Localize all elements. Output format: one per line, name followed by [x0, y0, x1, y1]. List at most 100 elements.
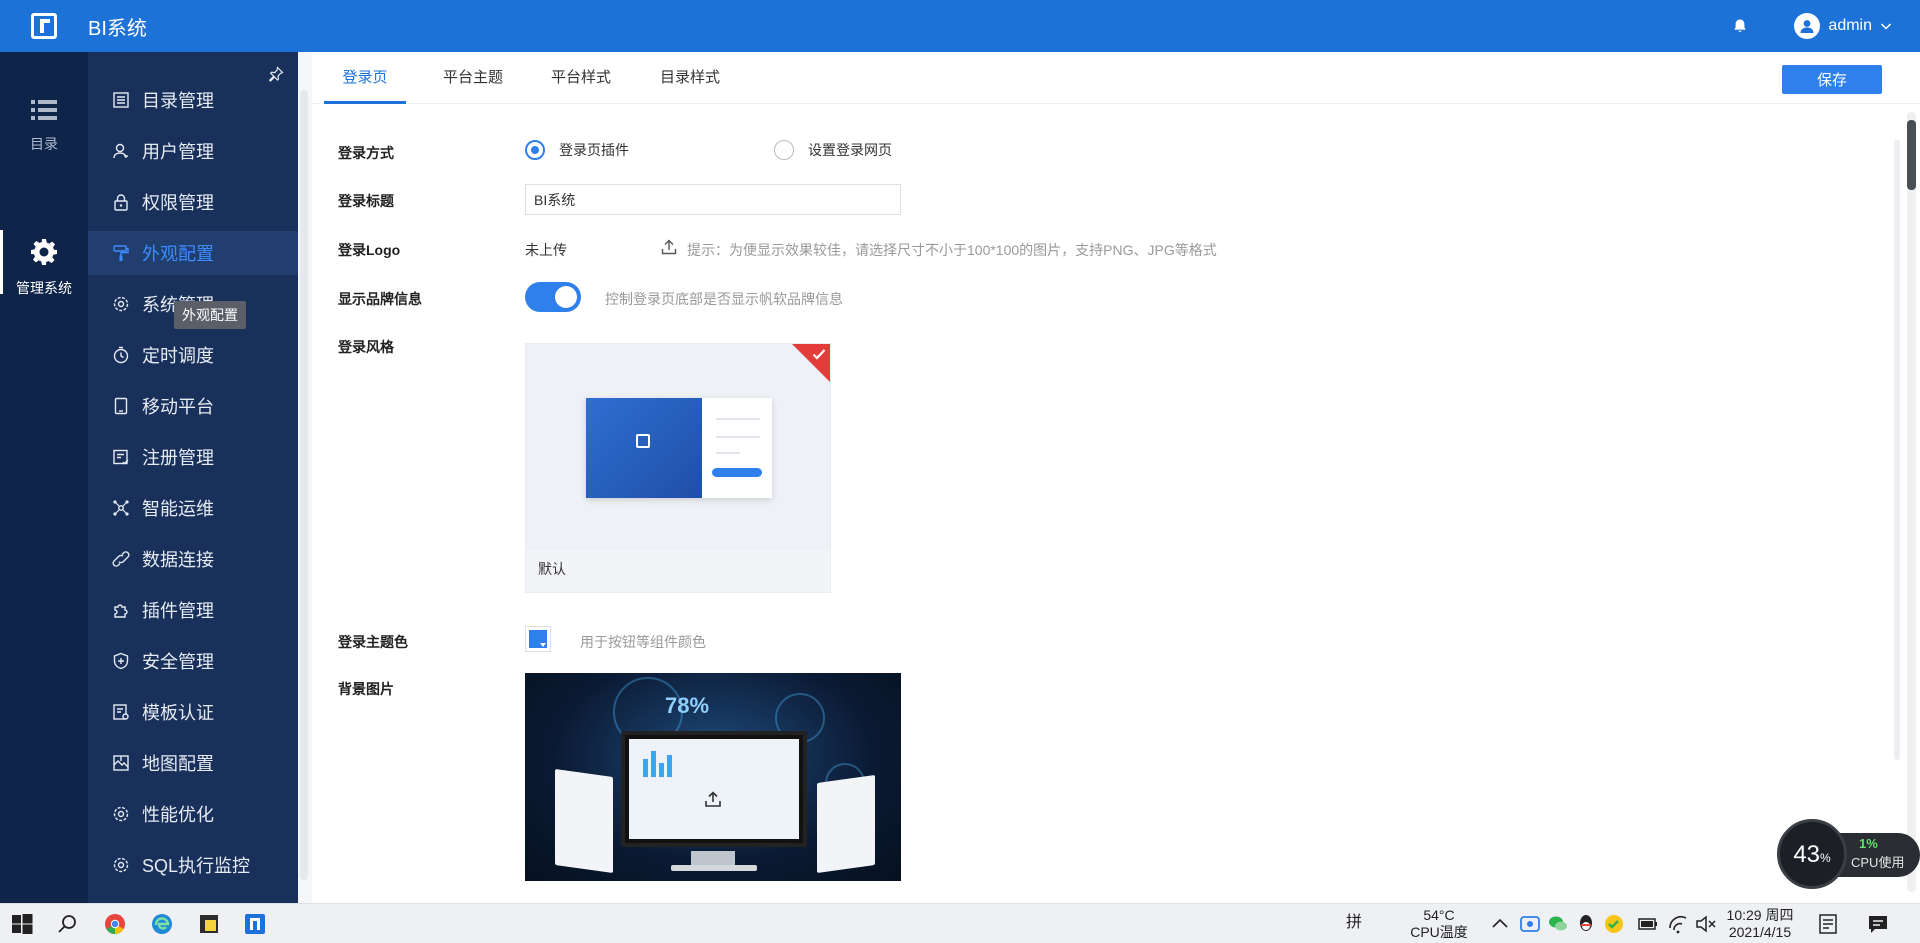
- app-logo[interactable]: [0, 0, 88, 52]
- login-style-card[interactable]: 默认: [525, 343, 831, 593]
- top-header: BI系统 admin: [0, 0, 1920, 52]
- decor-bar: [659, 763, 664, 777]
- menu-item-label: 性能优化: [142, 805, 214, 825]
- wifi-icon[interactable]: [1666, 912, 1690, 936]
- menu-item-schedule[interactable]: 定时调度: [88, 333, 298, 377]
- qq-icon[interactable]: [1574, 912, 1598, 936]
- clock-time: 10:29 周四: [1726, 907, 1794, 923]
- clock[interactable]: 10:29 周四 2021/4/15: [1722, 907, 1798, 941]
- tray-app-icon[interactable]: [1518, 912, 1542, 936]
- rail-item-catalog[interactable]: 目录: [0, 98, 88, 154]
- sticky-notes-icon[interactable]: [197, 912, 221, 936]
- tab-platform-theme[interactable]: 平台主题: [432, 52, 514, 104]
- template-icon: [113, 704, 129, 720]
- ime-indicator[interactable]: 拼: [1346, 914, 1362, 931]
- window-scroll-thumb[interactable]: [1907, 120, 1916, 190]
- user-name[interactable]: admin: [1828, 17, 1872, 35]
- radio-login-webpage[interactable]: 设置登录网页: [774, 140, 892, 160]
- save-button[interactable]: 保存: [1782, 65, 1882, 94]
- radio-label: 设置登录网页: [808, 142, 892, 158]
- windows-start-icon[interactable]: [10, 912, 34, 936]
- upload-icon[interactable]: [660, 238, 678, 256]
- theme-color-picker[interactable]: [525, 626, 551, 652]
- preview-line: [716, 418, 760, 420]
- tab-login-page[interactable]: 登录页: [324, 52, 406, 104]
- bell-icon[interactable]: [1732, 18, 1748, 34]
- security-tray-icon[interactable]: [1602, 912, 1626, 936]
- gear-icon: [113, 857, 129, 873]
- window-scroll-track[interactable]: [1907, 112, 1916, 892]
- decor-bar: [651, 751, 656, 777]
- rail-item-admin[interactable]: 管理系统: [0, 230, 88, 298]
- search-icon[interactable]: [56, 912, 80, 936]
- theme-color-hint: 用于按钮等组件颜色: [580, 634, 706, 650]
- cpu-widget[interactable]: 1% CPU使用 43%: [1777, 819, 1920, 889]
- style-preview-thumbnail: [586, 398, 772, 498]
- cpu-temp-tray[interactable]: 54°C CPU温度: [1404, 907, 1474, 941]
- menu-item-label: 模板认证: [142, 703, 214, 723]
- taskbar: 拼 54°C CPU温度 10:29 周四 2021/4/15: [0, 903, 1920, 943]
- shield-icon: [113, 652, 129, 670]
- radio-dot: [525, 140, 545, 160]
- menu-item-security[interactable]: 安全管理: [88, 639, 298, 683]
- menu-item-permissions[interactable]: 权限管理: [88, 180, 298, 224]
- menu-item-sql-monitor[interactable]: SQL执行监控: [88, 843, 298, 887]
- app-title: BI系统: [88, 17, 147, 40]
- cpu-temp-tray-value: 54°C: [1423, 907, 1455, 923]
- notes-icon[interactable]: [1816, 912, 1840, 936]
- logo-status: 未上传: [525, 242, 567, 258]
- main-content: 登录页 平台主题 平台样式 目录样式 保存 登录方式 登录页插件 设置登录网页 …: [312, 52, 1920, 903]
- brand-info-toggle[interactable]: [525, 282, 581, 312]
- menu-item-users[interactable]: 用户管理: [88, 129, 298, 173]
- menu-item-template-auth[interactable]: 模板认证: [88, 690, 298, 734]
- menu-item-catalog[interactable]: 目录管理: [88, 78, 298, 122]
- menu-item-performance[interactable]: 性能优化: [88, 792, 298, 836]
- bi-app-icon[interactable]: [243, 912, 267, 936]
- submenu-scrollbar[interactable]: [300, 90, 308, 880]
- edge-icon[interactable]: [150, 912, 174, 936]
- radio-dot: [774, 140, 794, 160]
- menu-item-label: 用户管理: [142, 142, 214, 162]
- battery-icon[interactable]: [1636, 912, 1660, 936]
- content-scrollbar[interactable]: [1894, 140, 1900, 760]
- login-title-input[interactable]: [525, 184, 901, 215]
- preview-left-panel: [586, 398, 702, 498]
- avatar[interactable]: [1794, 13, 1821, 39]
- toggle-knob: [555, 286, 577, 308]
- brush-icon: [113, 245, 129, 261]
- cpu-temp-circle: 43%: [1777, 819, 1847, 889]
- tab-catalog-style[interactable]: 目录样式: [649, 52, 731, 104]
- cpu-usage-label: CPU使用: [1851, 855, 1905, 870]
- notification-icon[interactable]: [1866, 912, 1890, 936]
- menu-item-label: 外观配置: [142, 244, 214, 264]
- menu-item-ops[interactable]: 智能运维: [88, 486, 298, 530]
- menu-item-map-config[interactable]: 地图配置: [88, 741, 298, 785]
- menu-item-appearance[interactable]: 外观配置: [88, 231, 298, 275]
- menu-item-plugins[interactable]: 插件管理: [88, 588, 298, 632]
- menu-item-label: 目录管理: [142, 91, 214, 111]
- menu-item-label: 插件管理: [142, 601, 214, 621]
- upload-icon[interactable]: [703, 789, 723, 809]
- menu-item-label: 智能运维: [142, 499, 214, 519]
- background-image-preview[interactable]: 78%: [525, 673, 901, 881]
- login-title-label: 登录标题: [338, 193, 394, 209]
- menu-item-label: 移动平台: [142, 397, 214, 417]
- timer-icon: [113, 346, 129, 364]
- wechat-icon[interactable]: [1546, 912, 1570, 936]
- preview-logo-mark: [636, 434, 650, 448]
- rail-item-label: 目录: [30, 136, 58, 152]
- menu-item-data-connection[interactable]: 数据连接: [88, 537, 298, 581]
- cpu-temp-percent-symbol: %: [1820, 851, 1831, 865]
- menu-item-label: 安全管理: [142, 652, 214, 672]
- volume-muted-icon[interactable]: [1694, 912, 1718, 936]
- background-label: 背景图片: [338, 681, 394, 697]
- chevron-down-icon[interactable]: [1880, 20, 1892, 32]
- radio-label: 登录页插件: [559, 142, 629, 158]
- chrome-icon[interactable]: [103, 912, 127, 936]
- radio-login-plugin[interactable]: 登录页插件: [525, 140, 629, 160]
- menu-item-register[interactable]: 注册管理: [88, 435, 298, 479]
- chevron-up-icon[interactable]: [1488, 912, 1512, 936]
- menu-item-mobile[interactable]: 移动平台: [88, 384, 298, 428]
- cpu-temp-value: 43%: [1780, 841, 1844, 869]
- tab-platform-style[interactable]: 平台样式: [540, 52, 622, 104]
